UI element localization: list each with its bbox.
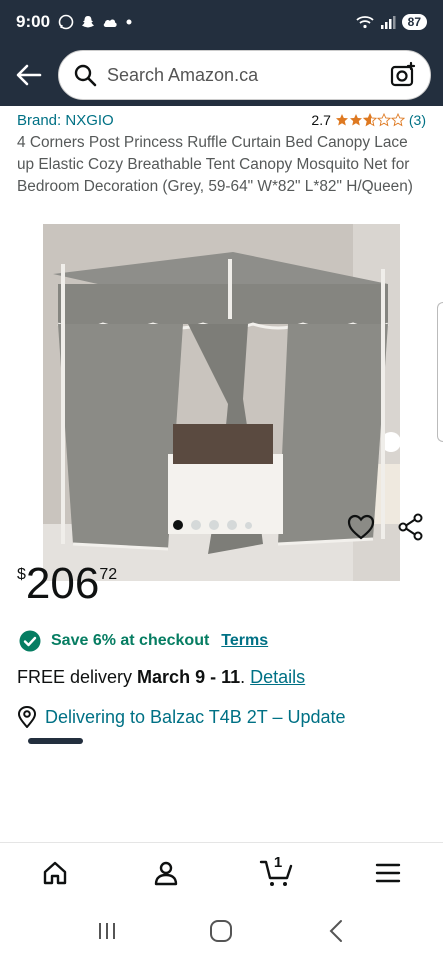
cart-count-badge: 1	[273, 853, 283, 871]
wifi-icon	[356, 16, 374, 29]
price-currency: $	[17, 566, 26, 583]
back-system-button[interactable]	[316, 911, 356, 951]
details-link[interactable]: Details	[250, 667, 305, 687]
system-navigation-bar	[0, 902, 443, 960]
camera-search-icon	[390, 61, 416, 87]
location-text: Delivering to Balzac T4B 2T – Update	[45, 706, 346, 727]
nav-home[interactable]	[25, 848, 85, 898]
bottom-navigation: 1	[0, 842, 443, 902]
status-notification-icons	[58, 14, 134, 30]
carousel-dot[interactable]	[209, 520, 219, 530]
home-icon	[44, 861, 67, 884]
rating-count: (3)	[408, 112, 426, 128]
star-empty-icon	[390, 113, 405, 127]
rating-stars	[335, 113, 405, 127]
camera-search-button[interactable]	[388, 60, 418, 90]
menu-icon	[375, 863, 400, 882]
location-pin-icon	[17, 706, 37, 728]
product-price: $ 206 72	[17, 560, 117, 608]
nav-account[interactable]	[136, 848, 196, 898]
cloud-icon	[103, 19, 117, 27]
home-system-button[interactable]	[201, 911, 241, 951]
brand-link[interactable]: Brand: NXGIO	[17, 112, 114, 129]
share-button[interactable]	[396, 512, 426, 542]
back-button[interactable]	[12, 58, 46, 92]
recent-apps-icon	[99, 923, 116, 939]
terms-link[interactable]: Terms	[221, 632, 268, 650]
star-full-icon	[335, 114, 348, 126]
delivery-location[interactable]: Delivering to Balzac T4B 2T – Update	[17, 706, 346, 728]
price-fraction: 72	[99, 566, 118, 583]
carousel-dot[interactable]	[227, 520, 237, 530]
price-whole: 206	[25, 559, 100, 608]
dot-icon	[126, 19, 132, 25]
heart-icon	[347, 514, 375, 540]
search-header	[0, 44, 443, 106]
side-panel-handle[interactable]	[437, 302, 443, 442]
nav-cart[interactable]: 1	[247, 848, 307, 898]
delivery-info: FREE delivery March 9 - 11. Details	[17, 667, 305, 688]
check-circle-icon	[19, 630, 41, 652]
signal-icon	[380, 16, 396, 29]
active-tab-indicator	[28, 738, 83, 744]
nav-menu[interactable]	[358, 848, 418, 898]
coupon-row: Save 6% at checkout Terms	[19, 630, 268, 652]
image-carousel-dots[interactable]	[173, 520, 252, 530]
rating-summary[interactable]: 2.7 (3)	[311, 112, 426, 128]
share-icon	[398, 513, 423, 541]
carousel-dot[interactable]	[245, 521, 252, 529]
status-system-icons: 87	[356, 14, 427, 30]
search-input[interactable]	[107, 64, 388, 86]
delivery-suffix: .	[240, 667, 251, 687]
delivery-prefix: FREE delivery	[17, 667, 138, 687]
status-bar: 9:00 87	[0, 0, 443, 44]
product-content: Brand: NXGIO 2.7 (3) 4 Corners Post Prin…	[0, 106, 443, 581]
account-icon	[154, 861, 178, 885]
search-bar[interactable]	[58, 50, 431, 100]
battery-indicator: 87	[401, 14, 427, 30]
search-icon	[73, 63, 97, 87]
star-full-icon	[349, 114, 362, 126]
snapchat-icon	[82, 16, 95, 28]
rating-value: 2.7	[311, 112, 331, 128]
brand-rating-row: Brand: NXGIO 2.7 (3)	[0, 106, 443, 130]
carousel-dot[interactable]	[191, 520, 201, 530]
carousel-dot[interactable]	[173, 520, 183, 530]
save-text: Save 6% at checkout	[51, 632, 210, 649]
status-time: 9:00	[16, 12, 51, 31]
product-title: 4 Corners Post Princess Ruffle Curtain B…	[17, 134, 413, 195]
back-arrow-icon	[16, 64, 42, 86]
back-chevron-icon	[329, 920, 342, 942]
recent-apps-button[interactable]	[87, 911, 127, 951]
home-circle-icon	[210, 920, 233, 942]
delivery-date: March 9 - 11	[137, 667, 241, 687]
wishlist-button[interactable]	[346, 512, 376, 542]
star-half-icon	[362, 113, 377, 127]
star-empty-icon	[376, 113, 391, 127]
whatsapp-icon	[58, 14, 74, 30]
